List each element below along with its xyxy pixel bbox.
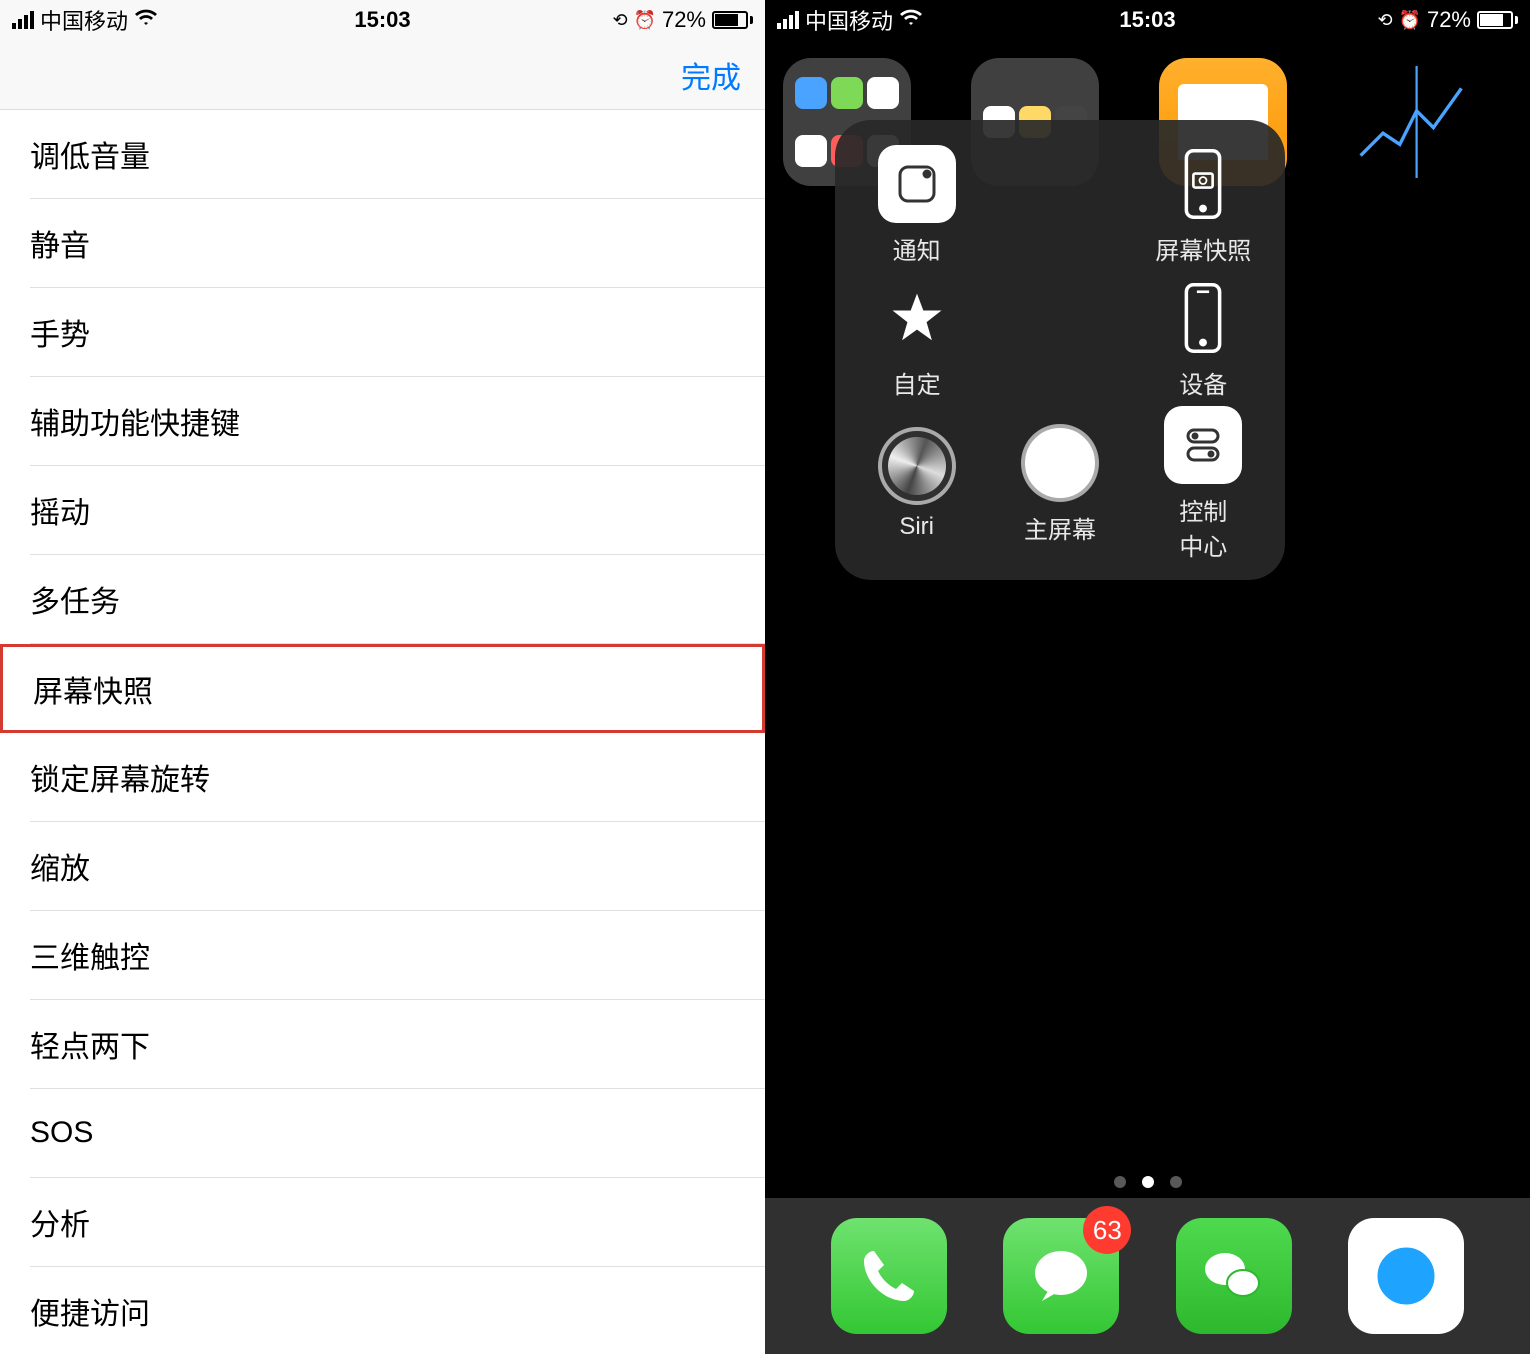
list-item-reachability[interactable]: 便捷访问 bbox=[30, 1267, 765, 1354]
page-dot bbox=[1114, 1176, 1126, 1188]
page-dot bbox=[1170, 1176, 1182, 1188]
wifi-icon bbox=[134, 7, 158, 33]
list-item-3d-touch[interactable]: 三维触控 bbox=[30, 911, 765, 1000]
list-item-lock-rotation[interactable]: 锁定屏幕旋转 bbox=[30, 733, 765, 822]
phone-app-icon[interactable] bbox=[831, 1218, 947, 1334]
settings-list: 调低音量 静音 手势 辅助功能快捷键 摇动 多任务 屏幕快照 锁定屏幕旋转 缩放… bbox=[0, 110, 765, 1354]
list-item-mute[interactable]: 静音 bbox=[30, 199, 765, 288]
list-item-accessibility-shortcut[interactable]: 辅助功能快捷键 bbox=[30, 377, 765, 466]
time-label: 15:03 bbox=[1119, 7, 1175, 33]
list-item-double-tap[interactable]: 轻点两下 bbox=[30, 1000, 765, 1089]
at-siri[interactable]: Siri bbox=[845, 406, 988, 562]
messages-app-icon[interactable]: 63 bbox=[1003, 1218, 1119, 1334]
home-icon bbox=[1021, 424, 1099, 502]
list-item-sos[interactable]: SOS bbox=[30, 1089, 765, 1178]
safari-app-icon[interactable] bbox=[1348, 1218, 1464, 1334]
navbar: 完成 bbox=[0, 40, 765, 110]
battery-icon bbox=[1477, 11, 1518, 29]
list-item-analytics[interactable]: 分析 bbox=[30, 1178, 765, 1267]
at-device[interactable]: 设备 bbox=[1132, 272, 1275, 406]
done-button[interactable]: 完成 bbox=[681, 53, 741, 97]
at-home[interactable]: 主屏幕 bbox=[988, 406, 1131, 562]
page-indicator[interactable] bbox=[1114, 1176, 1182, 1188]
at-control-center[interactable]: 控制 中心 bbox=[1132, 406, 1275, 562]
wechat-app-icon[interactable] bbox=[1176, 1218, 1292, 1334]
star-icon bbox=[878, 279, 956, 357]
at-label: 通知 bbox=[893, 231, 941, 266]
battery-pct: 72% bbox=[662, 7, 706, 33]
signal-icon bbox=[12, 11, 34, 29]
signal-icon bbox=[777, 11, 799, 29]
siri-icon bbox=[878, 427, 956, 505]
alarm-icon: ⏰ bbox=[1399, 10, 1421, 31]
carrier-label: 中国移动 bbox=[805, 4, 893, 36]
at-label: 主屏幕 bbox=[1024, 510, 1096, 545]
at-label: 屏幕快照 bbox=[1155, 231, 1251, 266]
list-item-zoom[interactable]: 缩放 bbox=[30, 822, 765, 911]
at-screenshot[interactable]: 屏幕快照 bbox=[1132, 138, 1275, 272]
alarm-icon: ⏰ bbox=[634, 10, 656, 31]
assistive-touch-panel: 通知 屏幕快照 自定 设备 bbox=[835, 120, 1285, 580]
rotation-lock-icon: ⟲ bbox=[1377, 10, 1392, 31]
at-notification[interactable]: 通知 bbox=[845, 138, 988, 272]
list-item-gestures[interactable]: 手势 bbox=[30, 288, 765, 377]
page-dot-active bbox=[1142, 1176, 1154, 1188]
stocks-app-icon[interactable] bbox=[1347, 58, 1475, 186]
at-custom[interactable]: 自定 bbox=[845, 272, 988, 406]
battery-icon bbox=[712, 11, 753, 29]
list-item-shake[interactable]: 摇动 bbox=[30, 466, 765, 555]
list-item-screenshot[interactable]: 屏幕快照 bbox=[0, 644, 765, 733]
at-label: 控制 中心 bbox=[1179, 492, 1227, 562]
at-label: Siri bbox=[899, 513, 934, 541]
statusbar-left: 中国移动 15:03 ⟲ ⏰ 72% bbox=[0, 0, 765, 40]
rotation-lock-icon: ⟲ bbox=[612, 10, 627, 31]
list-item-volume-down[interactable]: 调低音量 bbox=[30, 110, 765, 199]
at-label: 自定 bbox=[893, 365, 941, 400]
statusbar-right: 中国移动 15:03 ⟲ ⏰ 72% bbox=[765, 0, 1530, 40]
settings-screen: 中国移动 15:03 ⟲ ⏰ 72% 完成 调低音量 静音 手势 辅助功能快捷键… bbox=[0, 0, 765, 1354]
control-center-icon bbox=[1164, 406, 1242, 484]
time-label: 15:03 bbox=[354, 7, 410, 33]
home-screen: 中国移动 15:03 ⟲ ⏰ 72% bbox=[765, 0, 1530, 1354]
home-content: 通知 屏幕快照 自定 设备 bbox=[765, 40, 1530, 1354]
battery-pct: 72% bbox=[1427, 7, 1471, 33]
device-icon bbox=[1164, 279, 1242, 357]
dock: 63 bbox=[765, 1198, 1530, 1354]
messages-badge: 63 bbox=[1083, 1206, 1131, 1254]
wifi-icon bbox=[899, 7, 923, 33]
at-label: 设备 bbox=[1179, 365, 1227, 400]
carrier-label: 中国移动 bbox=[40, 4, 128, 36]
list-item-multitask[interactable]: 多任务 bbox=[30, 555, 765, 644]
screenshot-icon bbox=[1164, 145, 1242, 223]
notification-icon bbox=[878, 145, 956, 223]
